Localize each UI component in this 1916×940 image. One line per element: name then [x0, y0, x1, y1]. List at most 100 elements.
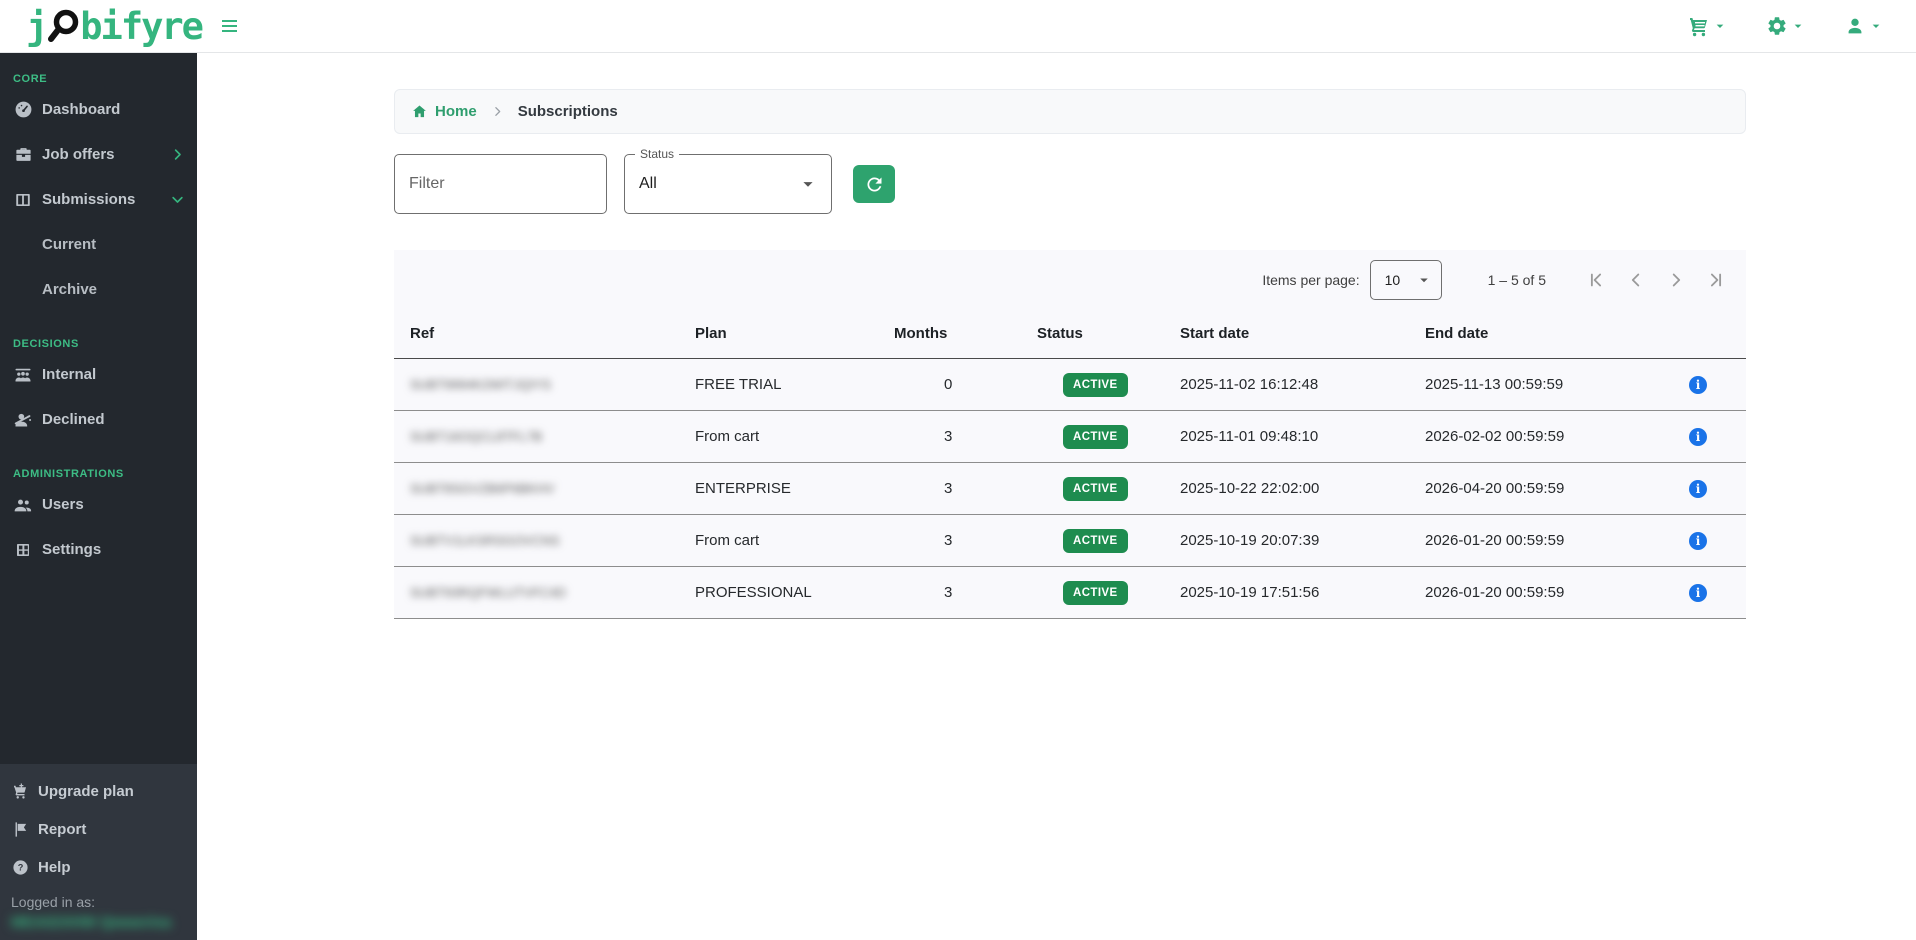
status-badge: ACTIVE: [1063, 425, 1128, 449]
sidebar-item-submissions[interactable]: Submissions: [0, 177, 197, 222]
caret-down-icon: [1790, 18, 1806, 34]
start-date-cell: 2025-11-02 16:12:48: [1180, 376, 1425, 393]
caret-down-icon: [1868, 18, 1884, 34]
filter-input[interactable]: [394, 154, 607, 214]
breadcrumb: Home Subscriptions: [394, 89, 1746, 134]
end-date-cell: 2026-01-20 00:59:59: [1425, 584, 1650, 601]
logo-text-prefix: j: [26, 8, 46, 45]
ref-cell: SUBT93RQFWLUTVFC4D: [410, 585, 695, 600]
sidebar-item-report[interactable]: Report: [0, 810, 197, 848]
sidebar-item-label: Current: [42, 236, 96, 253]
months-cell: 0: [894, 376, 1037, 393]
ref-cell: SUBT9994K2WITJQIYS: [410, 377, 695, 392]
sidebar-section-administrations: ADMINISTRATIONS Users Settings: [0, 468, 197, 572]
app-logo[interactable]: j bifyre: [26, 6, 202, 46]
gear-icon: [1766, 15, 1788, 37]
sidebar-section-core: CORE Dashboard Job: [0, 73, 197, 312]
breadcrumb-home-link[interactable]: Home: [411, 103, 477, 120]
paginator: Items per page: 10 1 – 5 of 5: [394, 250, 1746, 309]
topbar: j bifyre: [0, 0, 1916, 53]
end-date-cell: 2026-01-20 00:59:59: [1425, 532, 1650, 549]
sidebar-item-job-offers[interactable]: Job offers: [0, 132, 197, 177]
caret-down-icon: [1415, 271, 1433, 289]
status-cell: ACTIVE: [1037, 425, 1180, 449]
ref-cell: SUBT16OQCL8TFL7B: [410, 429, 695, 444]
status-select[interactable]: Status All: [624, 154, 832, 214]
cart-plus-icon: [11, 782, 29, 800]
section-label: CORE: [0, 73, 197, 87]
items-per-page-select[interactable]: 10: [1370, 260, 1442, 300]
sidebar-item-label: Archive: [42, 281, 97, 298]
start-date-cell: 2025-10-19 17:51:56: [1180, 584, 1425, 601]
table-header-row: Ref Plan Months Status Start date End da…: [394, 309, 1746, 359]
months-cell: 3: [894, 584, 1037, 601]
end-date-cell: 2026-04-20 00:59:59: [1425, 480, 1650, 497]
status-badge: ACTIVE: [1063, 529, 1128, 553]
dashboard-icon: [13, 100, 33, 119]
logged-in-label: Logged in as:: [0, 886, 197, 910]
sidebar-item-label: Report: [38, 821, 86, 838]
refresh-icon: [864, 174, 885, 195]
info-icon[interactable]: i: [1689, 584, 1707, 602]
sidebar-item-label: Submissions: [42, 191, 135, 208]
plan-cell: PROFESSIONAL: [695, 584, 894, 601]
status-cell: ACTIVE: [1037, 477, 1180, 501]
section-label: DECISIONS: [0, 338, 197, 352]
sidebar-item-dashboard[interactable]: Dashboard: [0, 87, 197, 132]
column-header-ref: Ref: [410, 325, 695, 342]
cart-menu-button[interactable]: [1682, 10, 1732, 42]
info-icon[interactable]: i: [1689, 376, 1707, 394]
chevron-down-icon: [170, 192, 185, 207]
topbar-menus: [1682, 10, 1888, 42]
months-cell: 3: [894, 480, 1037, 497]
sidebar-item-label: Upgrade plan: [38, 783, 134, 800]
previous-page-icon[interactable]: [1616, 260, 1656, 300]
subscriptions-table: Items per page: 10 1 – 5 of 5 Ref: [394, 250, 1746, 619]
settings-menu-button[interactable]: [1762, 11, 1810, 41]
status-cell: ACTIVE: [1037, 529, 1180, 553]
sidebar-item-current[interactable]: Current: [0, 222, 197, 267]
sidebar-item-declined[interactable]: Declined: [0, 397, 197, 442]
end-date-cell: 2025-11-13 00:59:59: [1425, 376, 1650, 393]
sidebar-footer: Upgrade plan Report ? Help Logged in as:…: [0, 764, 197, 940]
table-row: SUBTV1LKSRSGOVCNS From cart 3 ACTIVE 202…: [394, 515, 1746, 567]
info-icon[interactable]: i: [1689, 532, 1707, 550]
status-cell: ACTIVE: [1037, 373, 1180, 397]
menu-icon[interactable]: [218, 16, 241, 36]
info-icon[interactable]: i: [1689, 428, 1707, 446]
account-menu-button[interactable]: [1840, 11, 1888, 41]
refresh-button[interactable]: [853, 165, 895, 203]
sidebar-item-label: Help: [38, 859, 71, 876]
next-page-icon[interactable]: [1656, 260, 1696, 300]
sidebar-item-internal[interactable]: Internal: [0, 352, 197, 397]
first-page-icon[interactable]: [1576, 260, 1616, 300]
items-per-page-value: 10: [1385, 272, 1401, 288]
help-icon: ?: [11, 859, 29, 876]
logo-text-suffix: bifyre: [80, 8, 202, 45]
svg-text:?: ?: [17, 862, 23, 872]
sidebar-item-upgrade-plan[interactable]: Upgrade plan: [0, 772, 197, 810]
start-date-cell: 2025-10-22 22:02:00: [1180, 480, 1425, 497]
start-date-cell: 2025-11-01 09:48:10: [1180, 428, 1425, 445]
sidebar-item-help[interactable]: ? Help: [0, 848, 197, 886]
flag-icon: [11, 821, 29, 838]
ref-cell: SUBT8SGVZB6P6BKHV: [410, 481, 695, 496]
status-badge: ACTIVE: [1063, 581, 1128, 605]
last-page-icon[interactable]: [1696, 260, 1736, 300]
info-icon[interactable]: i: [1689, 480, 1707, 498]
magnifier-icon: [47, 8, 81, 46]
sidebar-item-label: Users: [42, 496, 84, 513]
plan-cell: ENTERPRISE: [695, 480, 894, 497]
sidebar-item-archive[interactable]: Archive: [0, 267, 197, 312]
status-select-label: Status: [635, 147, 679, 161]
home-icon: [411, 103, 428, 120]
caret-down-icon: [797, 173, 819, 195]
status-badge: ACTIVE: [1063, 373, 1128, 397]
plan-cell: From cart: [695, 532, 894, 549]
status-badge: ACTIVE: [1063, 477, 1128, 501]
sidebar-item-settings[interactable]: Settings: [0, 527, 197, 572]
plan-cell: From cart: [695, 428, 894, 445]
sidebar-item-users[interactable]: Users: [0, 482, 197, 527]
main-content: Home Subscriptions Status All Items per …: [197, 53, 1916, 940]
paginator-range: 1 – 5 of 5: [1488, 272, 1546, 288]
